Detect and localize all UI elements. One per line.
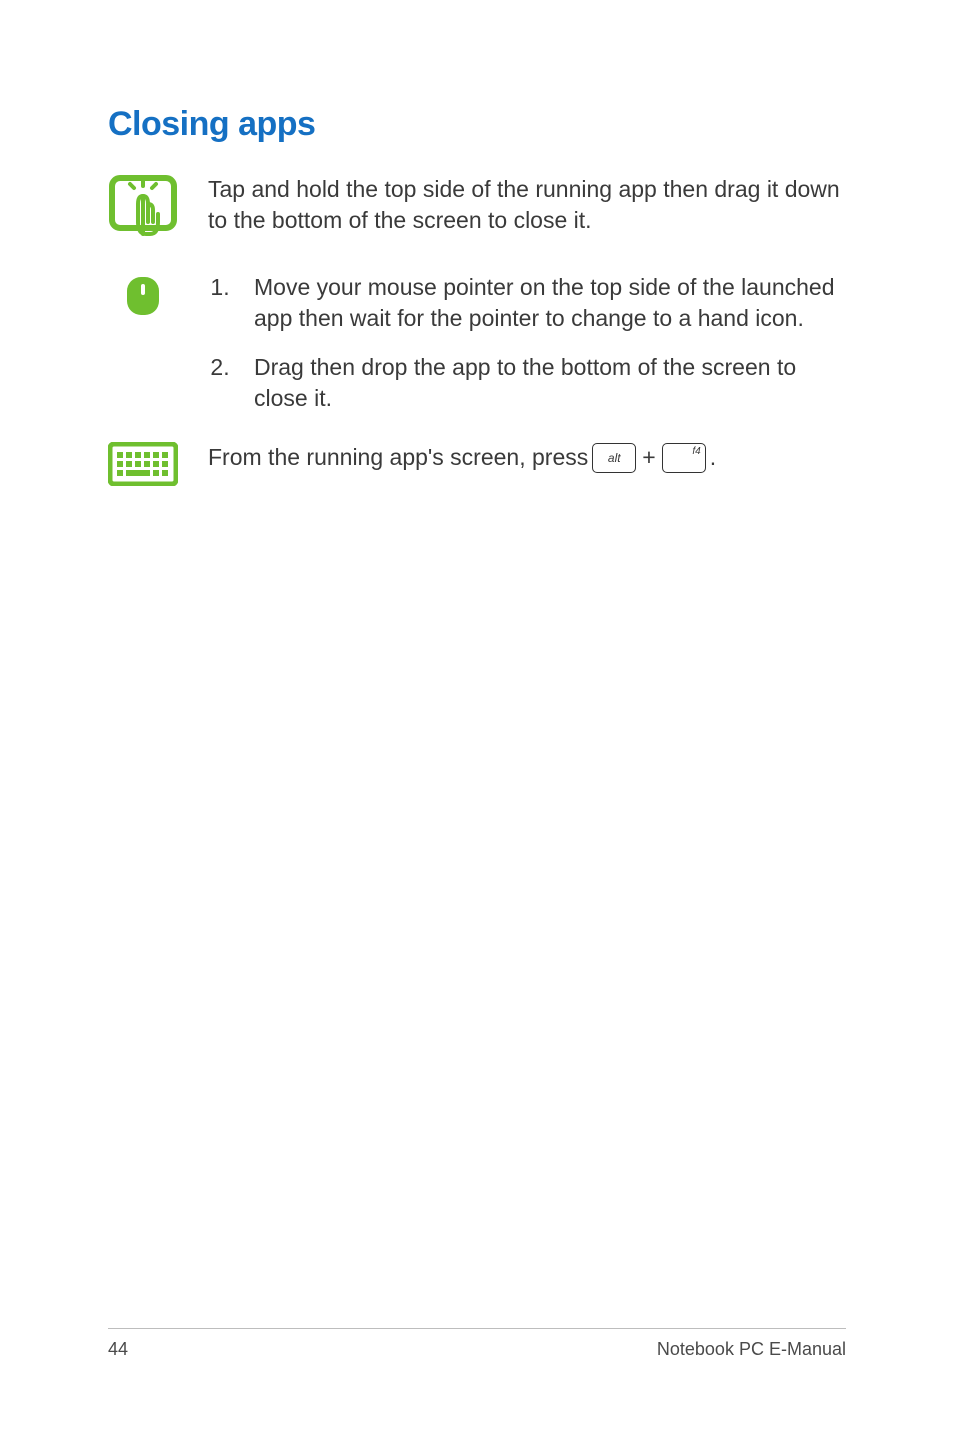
- keyboard-icon: [108, 442, 178, 486]
- keyboard-row: From the running app's screen, press alt…: [108, 442, 846, 486]
- keyboard-text: From the running app's screen, press alt…: [208, 442, 846, 473]
- plus-sign: +: [640, 442, 657, 473]
- keyboard-suffix: .: [710, 442, 716, 473]
- page: Closing apps Tap and hold the top side o…: [0, 0, 954, 1438]
- doc-title: Notebook PC E-Manual: [657, 1339, 846, 1360]
- keycap-alt: alt: [592, 443, 636, 473]
- page-footer: 44 Notebook PC E-Manual: [108, 1328, 846, 1360]
- mouse-icon-col: [108, 272, 208, 316]
- keyboard-icon-col: [108, 442, 208, 486]
- page-number: 44: [108, 1339, 128, 1360]
- keyboard-prefix: From the running app's screen, press: [208, 442, 588, 473]
- keycap-f4-label: f4: [692, 445, 700, 459]
- section-heading: Closing apps: [108, 105, 846, 144]
- touch-icon-col: [108, 174, 208, 244]
- mouse-row: Move your mouse pointer on the top side …: [108, 272, 846, 414]
- keycap-f4: f4: [662, 443, 706, 473]
- mouse-step-2: Drag then drop the app to the bottom of …: [236, 352, 846, 414]
- touch-row: Tap and hold the top side of the running…: [108, 174, 846, 244]
- touch-icon: [108, 174, 178, 244]
- mouse-text: Move your mouse pointer on the top side …: [208, 272, 846, 414]
- mouse-icon: [126, 276, 160, 316]
- touch-text: Tap and hold the top side of the running…: [208, 174, 846, 236]
- mouse-step-1: Move your mouse pointer on the top side …: [236, 272, 846, 334]
